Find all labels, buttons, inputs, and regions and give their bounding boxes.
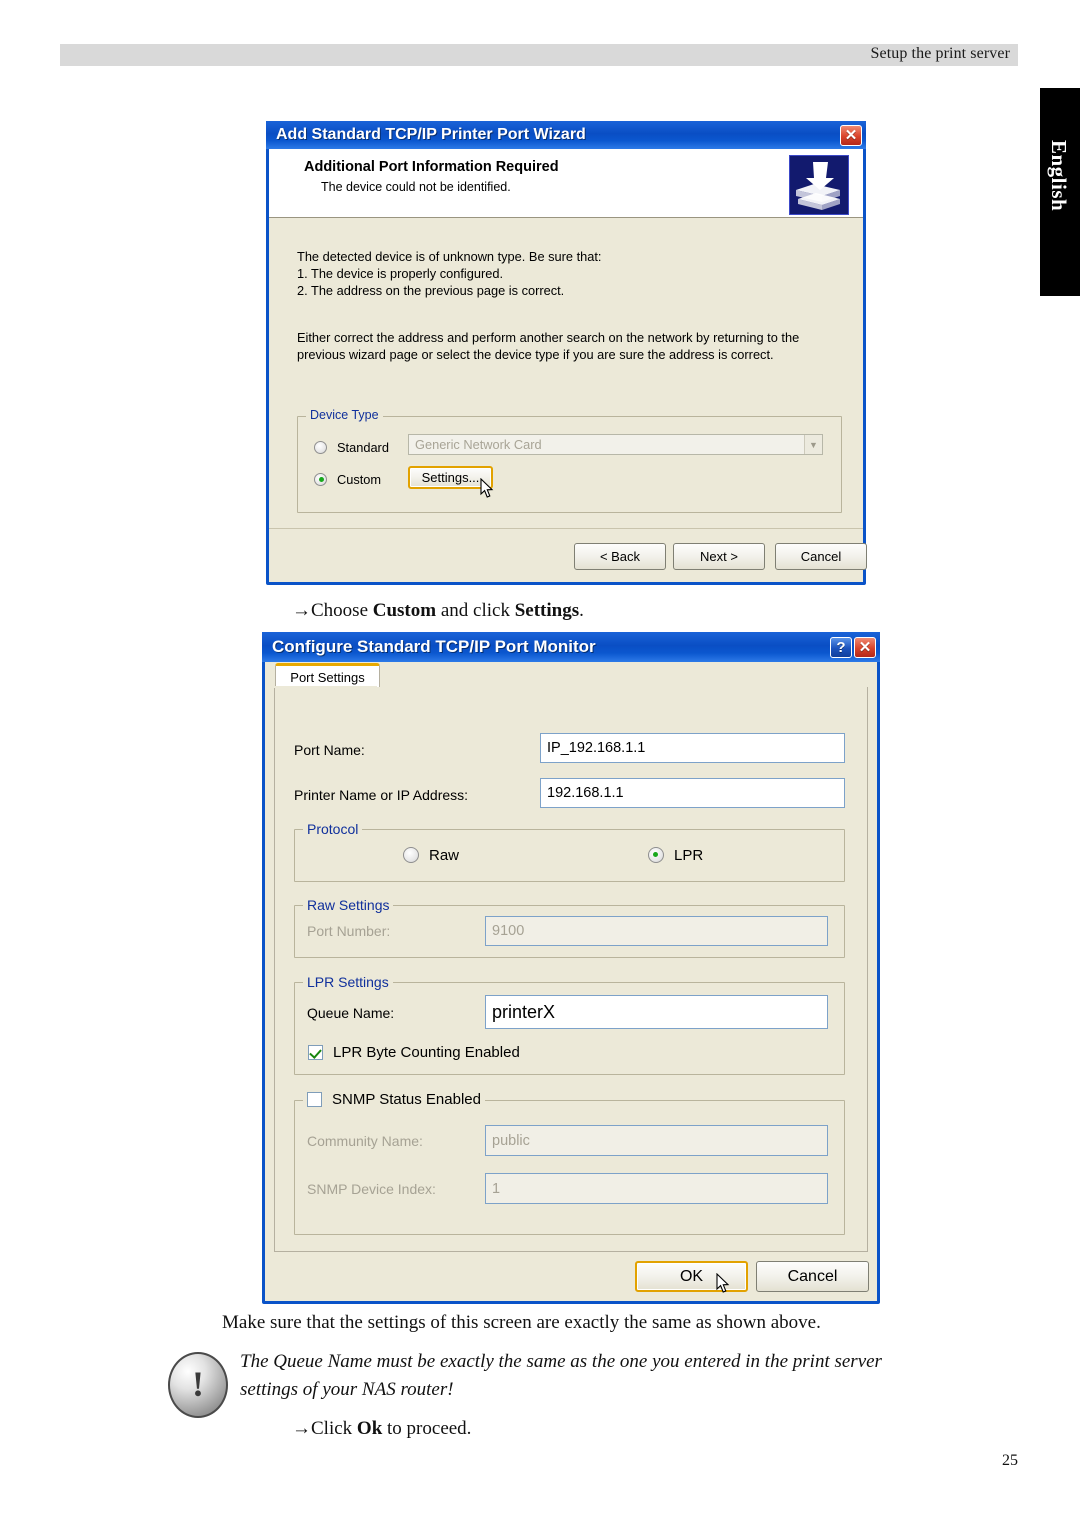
dialog2-title: Configure Standard TCP/IP Port Monitor — [272, 637, 596, 656]
ok-button[interactable]: OK — [635, 1261, 748, 1292]
close-icon[interactable]: ✕ — [854, 636, 876, 658]
lpr-settings-groupbox: LPR Settings Queue Name: printerX LPR By… — [294, 974, 845, 1075]
radio-lpr[interactable]: LPR — [648, 846, 703, 864]
checkbox-indicator — [308, 1044, 323, 1060]
caption1-text-after: . — [579, 600, 584, 621]
radio-standard-indicator — [314, 440, 327, 454]
printer-icon — [789, 155, 849, 215]
printer-name-value: 192.168.1.1 — [547, 785, 624, 801]
note-make-sure: Make sure that the settings of this scre… — [222, 1312, 821, 1333]
dialog1-titlebar[interactable]: Add Standard TCP/IP Printer Port Wizard … — [266, 121, 866, 149]
radio-lpr-indicator — [648, 847, 664, 864]
radio-raw-indicator — [403, 847, 419, 864]
community-name-input[interactable]: public — [485, 1125, 828, 1156]
dialog1-header-band: Additional Port Information Required The… — [269, 149, 863, 218]
language-tab-label: English — [1047, 140, 1071, 212]
page-number: 25 — [1002, 1452, 1018, 1469]
caption2-text-before: Click — [311, 1418, 357, 1439]
caption-arrow-icon: → — [292, 600, 311, 621]
caption1-bold-custom: Custom — [372, 600, 437, 621]
warning-icon-glyph: ! — [192, 1364, 204, 1404]
queue-name-label: Queue Name: — [307, 1005, 395, 1021]
dialog2-window-controls: ? ✕ — [830, 636, 876, 658]
caption-click-ok: →Click Ok to proceed. — [292, 1418, 471, 1440]
port-number-input[interactable]: 9100 — [485, 916, 828, 946]
dialog2-panel: Port Name: IP_192.168.1.1 Printer Name o… — [274, 686, 868, 1252]
snmp-status-label: SNMP Status Enabled — [332, 1090, 481, 1108]
port-name-value: IP_192.168.1.1 — [547, 740, 646, 756]
checkbox-indicator — [307, 1091, 322, 1107]
radio-lpr-label: LPR — [674, 846, 704, 864]
dialog1-separator — [269, 528, 863, 529]
port-number-label: Port Number: — [307, 923, 391, 939]
language-tab: English — [1040, 88, 1080, 296]
close-icon[interactable]: ✕ — [840, 124, 862, 146]
queue-name-input[interactable]: printerX — [485, 995, 828, 1029]
queue-name-value: printerX — [492, 1001, 556, 1022]
snmp-settings-groupbox: SNMP Status Enabled Community Name: publ… — [294, 1090, 845, 1235]
caption2-text-after: to proceed. — [382, 1418, 472, 1439]
protocol-legend: Protocol — [303, 821, 363, 837]
caption1-bold-settings: Settings — [514, 600, 580, 621]
caption-choose-custom: →Choose Custom and click Settings. — [292, 600, 584, 622]
raw-settings-legend: Raw Settings — [303, 897, 394, 913]
dialog1-paragraph-1: The detected device is of unknown type. … — [297, 249, 602, 298]
raw-settings-groupbox: Raw Settings Port Number: 9100 — [294, 897, 845, 958]
dialog1-window-controls: ✕ — [840, 124, 862, 146]
chevron-down-icon[interactable]: ▼ — [804, 435, 822, 454]
snmp-device-index-label: SNMP Device Index: — [307, 1181, 436, 1197]
radio-standard[interactable]: Standard — [314, 438, 389, 456]
dialog1-paragraph-2: Either correct the address and perform a… — [297, 330, 800, 362]
radio-custom[interactable]: Custom — [314, 470, 381, 488]
protocol-groupbox: Protocol Raw LPR — [294, 821, 845, 882]
help-icon[interactable]: ? — [830, 636, 852, 658]
page-header-title: Setup the print server — [870, 45, 1010, 62]
port-name-input[interactable]: IP_192.168.1.1 — [540, 733, 845, 763]
port-number-value: 9100 — [492, 923, 525, 939]
lpr-byte-counting-label: LPR Byte Counting Enabled — [333, 1043, 520, 1061]
lpr-byte-counting-checkbox[interactable]: LPR Byte Counting Enabled — [308, 1043, 520, 1061]
dialog1-body: The detected device is of unknown type. … — [269, 218, 867, 582]
community-name-value: public — [492, 1132, 530, 1149]
dialog1-title: Add Standard TCP/IP Printer Port Wizard — [276, 126, 586, 143]
printer-name-label: Printer Name or IP Address: — [294, 787, 469, 803]
snmp-status-checkbox[interactable]: SNMP Status Enabled — [303, 1090, 485, 1108]
warning-icon: ! — [168, 1352, 228, 1418]
device-type-legend: Device Type — [306, 408, 383, 422]
device-type-combobox-value: Generic Network Card — [415, 437, 542, 452]
printer-name-input[interactable]: 192.168.1.1 — [540, 778, 845, 808]
settings-button[interactable]: Settings... — [408, 466, 493, 489]
dialog2-titlebar[interactable]: Configure Standard TCP/IP Port Monitor ?… — [262, 632, 880, 662]
next-button[interactable]: Next > — [673, 543, 765, 570]
radio-raw-label: Raw — [429, 846, 460, 864]
cancel-button[interactable]: Cancel — [756, 1261, 869, 1292]
radio-standard-label: Standard — [337, 439, 389, 455]
snmp-device-index-value: 1 — [492, 1180, 501, 1197]
caption1-text-before: Choose — [311, 600, 373, 621]
dialog1-header-subtext: The device could not be identified. — [321, 180, 511, 194]
note-warning-line-2: settings of your NAS router! — [240, 1379, 454, 1400]
cancel-button[interactable]: Cancel — [775, 543, 867, 570]
tab-port-settings[interactable]: Port Settings — [275, 663, 380, 688]
port-name-label: Port Name: — [294, 742, 365, 758]
radio-custom-indicator — [314, 472, 327, 486]
dialog1-header-heading: Additional Port Information Required — [304, 159, 559, 175]
note-warning-line-1: The Queue Name must be exactly the same … — [240, 1351, 882, 1372]
device-type-combobox[interactable]: Generic Network Card ▼ — [408, 434, 823, 455]
add-tcpip-printer-port-wizard-dialog: Add Standard TCP/IP Printer Port Wizard … — [266, 121, 867, 585]
configure-tcpip-port-monitor-dialog: Configure Standard TCP/IP Port Monitor ?… — [262, 632, 880, 1304]
back-button[interactable]: < Back — [574, 543, 666, 570]
snmp-device-index-input[interactable]: 1 — [485, 1173, 828, 1204]
dialog2-tabstrip: Port Settings — [265, 662, 877, 688]
lpr-settings-legend: LPR Settings — [303, 974, 393, 990]
caption1-text-middle: and click — [436, 600, 515, 621]
radio-raw[interactable]: Raw — [403, 846, 459, 864]
device-type-groupbox: Device Type Standard Generic Network Car… — [297, 408, 842, 513]
caption2-arrow-icon: → — [292, 1418, 311, 1439]
caption2-bold-ok: Ok — [356, 1418, 383, 1439]
community-name-label: Community Name: — [307, 1133, 423, 1149]
radio-custom-label: Custom — [337, 471, 382, 487]
